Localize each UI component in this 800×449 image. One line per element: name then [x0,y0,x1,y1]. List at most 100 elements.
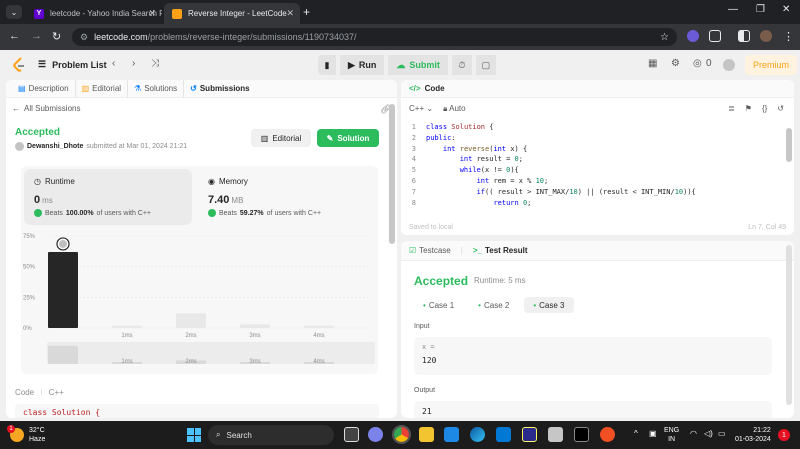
auto-mode-toggle[interactable]: 🔒︎ Auto [443,104,466,114]
chart-bar[interactable] [176,313,206,328]
case-tab-2[interactable]: • Case 2 [469,297,518,313]
notification-badge[interactable]: 1 [778,429,790,441]
editor-scrollbar[interactable] [786,128,792,162]
chart-bar[interactable] [48,251,78,328]
code-line[interactable]: 6 int rem = x % 10; [401,176,794,187]
prev-problem-icon[interactable]: ‹ [112,58,115,69]
edge-icon[interactable] [470,427,485,442]
app-icon[interactable] [600,427,615,442]
taskbar-search[interactable]: ⌕ Search [208,425,334,445]
tray-chevron-icon[interactable]: ^ [634,429,638,438]
store-icon[interactable] [522,427,537,442]
extension-icon[interactable] [687,30,699,42]
code-line[interactable]: 5 while (x != 0){ [401,165,794,176]
all-submissions-link[interactable]: ← All Submissions [12,104,80,113]
problem-list-link[interactable]: ☰ Problem List [38,59,107,70]
debug-icon[interactable]: ▮ [318,55,336,75]
new-tab-icon[interactable]: + [303,5,310,19]
tab-submissions[interactable]: ↺ Submissions [184,80,256,98]
terminal-icon[interactable] [574,427,589,442]
tab-testcase[interactable]: ☑ Testcase [409,246,451,255]
browser-tab-yahoo[interactable]: Y leetcode - Yahoo India Search R ✕ [26,3,162,24]
user-avatar[interactable] [723,59,735,71]
wifi-icon[interactable]: ◠ [690,429,697,438]
weather-widget[interactable]: 1 32°C Haze [7,425,45,444]
runtime-card[interactable]: ◷ Runtime 0 ms Beats 100.00% of users wit… [24,169,192,225]
close-tab-icon[interactable]: ✕ [148,8,156,19]
restore-icon[interactable]: ❐ [756,4,765,15]
chart-bar[interactable] [112,325,142,328]
battery-icon[interactable]: ▭ [718,429,726,438]
bookmark-star-icon[interactable]: ☆ [660,32,669,43]
premium-button[interactable]: Premium [745,55,798,75]
browser-menu-icon[interactable]: ⋮ [783,30,794,43]
streak-fire-icon[interactable]: ◎ [693,58,702,69]
tab-solutions[interactable]: ⚗ Solutions [128,80,185,98]
username[interactable]: Dewanshi_Dhote [27,143,83,150]
app-icon[interactable] [548,427,563,442]
tab-test-result[interactable]: >_ Test Result [473,246,528,255]
reset-icon[interactable]: ↺ [777,104,784,113]
forward-icon[interactable]: → [31,30,42,42]
brush-tick-label: 2ms [185,359,196,365]
chart-brush-track[interactable] [47,342,375,364]
next-problem-icon[interactable]: › [132,58,135,69]
sidepanel-icon[interactable] [738,30,750,42]
code-line[interactable]: 8 return 0; [401,198,794,209]
solution-button[interactable]: ✎ Solution [317,129,379,147]
file-explorer-icon[interactable] [419,427,434,442]
task-view-icon[interactable] [344,427,359,442]
close-tab-icon[interactable]: ✕ [286,8,294,19]
case-tab-1[interactable]: • Case 1 [414,297,463,313]
tray-app-icon[interactable]: ▣ [649,429,657,438]
editorial-button[interactable]: ▥ Editorial [251,129,311,147]
settings-gear-icon[interactable]: ⚙ [671,58,680,69]
code-token: while [459,166,481,175]
minimize-icon[interactable]: — [728,4,738,15]
notes-icon[interactable]: ≣ [728,104,735,113]
url-input[interactable]: ⚙ leetcode.com /problems/reverse-integer… [72,28,677,46]
notes-icon[interactable]: ▢ [475,55,496,75]
code-line[interactable]: 3 int reverse(int x) { [401,144,794,155]
chrome-icon[interactable] [392,425,411,444]
code-line[interactable]: 4 int result = 0; [401,154,794,165]
site-info-icon[interactable]: ⚙ [80,32,88,43]
submit-button[interactable]: ☁ Submit [388,55,448,75]
browser-tab-leetcode[interactable]: Reverse Integer - LeetCode ✕ [164,3,300,24]
result-scrollbar[interactable] [786,245,792,405]
profile-avatar[interactable] [760,30,772,42]
volume-icon[interactable]: ◁) [704,429,713,438]
chart-bar[interactable] [240,324,270,328]
left-panel-scrollbar[interactable] [389,104,395,244]
bookmark-icon[interactable]: ⚑ [745,104,752,113]
tab-editorial[interactable]: ▥ Editorial [76,80,129,98]
back-icon[interactable]: ← [9,30,20,42]
windows-start-icon[interactable] [187,428,201,442]
mail-icon[interactable] [496,427,511,442]
code-token: int [493,144,507,153]
teams-chat-icon[interactable] [368,427,383,442]
vscode-icon[interactable] [444,427,459,442]
case-tab-3[interactable]: • Case 3 [524,297,574,313]
timer-icon[interactable]: ⏱ [451,55,472,75]
chart-bar[interactable] [304,325,334,328]
layout-grid-icon[interactable]: ▦ [648,58,657,69]
code-line[interactable]: 1 class Solution { [401,122,794,133]
code-editor[interactable]: 1 class Solution {2 public: 3 int reverse(i… [401,122,794,208]
memory-card[interactable]: ◉ Memory 7.40 MB Beats 59.27% of users wi… [198,169,368,225]
system-clock[interactable]: 21:22 01-03-2024 [735,426,771,444]
close-window-icon[interactable]: ✕ [782,4,790,15]
runtime-distribution-chart[interactable]: 75% 50% 25% 0% 1ms 2ms 3ms 4ms 1ms 2ms 3ms 4ms [21,226,378,374]
input-language[interactable]: ENG IN [664,426,679,444]
code-line[interactable]: 7 if(( result > INT_MAX/10) || (result <… [401,187,794,198]
leetcode-logo-icon[interactable] [12,57,26,73]
extensions-puzzle-icon[interactable] [709,30,721,42]
tab-search-chevron-icon[interactable]: ⌄ [6,5,22,19]
language-select[interactable]: C++ ⌄ [409,104,433,114]
tab-description[interactable]: ▤ Description [12,80,76,98]
run-button[interactable]: ▶ Run [340,55,385,75]
reload-icon[interactable]: ↻ [52,30,61,43]
braces-icon[interactable]: {} [762,104,767,113]
code-line[interactable]: 2 public: [401,133,794,144]
shuffle-icon[interactable]: ⤨ [151,58,159,69]
